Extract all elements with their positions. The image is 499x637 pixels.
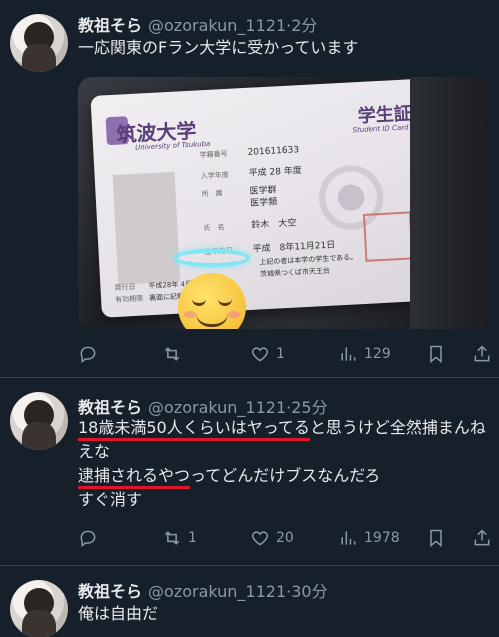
avatar[interactable] (10, 392, 68, 450)
display-name[interactable]: 教祖そら (78, 398, 142, 417)
bookmark-icon (430, 345, 442, 364)
student-id-card: 筑波大学 University of Tsukuba 学生証 Student I… (90, 78, 442, 318)
retweet-icon (164, 531, 180, 545)
views-icon (341, 531, 356, 545)
tweet-actions: 1 20 1978 (78, 526, 498, 550)
share-button[interactable] (472, 526, 492, 550)
views-button[interactable]: 1978 (338, 526, 400, 550)
tweet-header: 教祖そら @ozorakun_1121·30分 (78, 582, 328, 601)
tweet-3[interactable]: 教祖そら @ozorakun_1121·30分 俺は自由だ (0, 566, 499, 637)
timestamp[interactable]: 25分 (291, 398, 327, 417)
retweet-button[interactable] (162, 342, 188, 366)
reply-icon (80, 530, 96, 547)
tweet-text: 一応関東のFラン大学に受かっています (78, 38, 359, 57)
timestamp[interactable]: 2分 (291, 16, 317, 35)
card-row: 入学年度 平成 28 年度 (200, 166, 303, 181)
tweet-photo[interactable]: 筑波大学 University of Tsukuba 学生証 Student I… (78, 77, 490, 329)
tweet-header: 教祖そら @ozorakun_1121·2分 (78, 16, 318, 35)
tweet-1[interactable]: 教祖そら @ozorakun_1121·2分 一応関東のFラン大学に受かっています… (0, 0, 499, 372)
tweet-2[interactable]: 教祖そら @ozorakun_1121·25分 18歳未満50人くらいはヤってると… (0, 378, 499, 564)
seal-stamp (362, 211, 414, 262)
views-button[interactable]: 129 (338, 342, 391, 366)
bookmark-button[interactable] (426, 526, 446, 550)
bookmark-icon (430, 529, 442, 548)
tweet-text: 俺は自由だ (78, 604, 159, 623)
card-row: 学籍番号 201611633 (199, 145, 300, 160)
retweet-button[interactable]: 1 (162, 526, 197, 550)
card-row: 上記の者は本学の学生である。 (259, 253, 358, 267)
share-button[interactable] (472, 342, 492, 366)
like-button[interactable]: 1 (250, 342, 285, 366)
card-row: 有効期限 裏面に記載 (114, 292, 185, 305)
timestamp[interactable]: 30分 (291, 582, 327, 601)
card-row: 茨城県つくば市天王台 (259, 266, 331, 279)
share-icon (474, 529, 490, 546)
card-row: 氏 名鈴木 大空 (203, 218, 297, 233)
background-car-interior (410, 77, 490, 329)
halo-icon (174, 249, 250, 267)
card-row: 医学類 (250, 197, 278, 209)
share-icon (474, 345, 490, 362)
display-name[interactable]: 教祖そら (78, 582, 142, 601)
heart-icon (251, 531, 269, 546)
underlined-text: 逮捕されるやつ (78, 466, 191, 485)
handle[interactable]: @ozorakun_1121 (148, 398, 286, 417)
tweet-header: 教祖そら @ozorakun_1121·25分 (78, 398, 328, 417)
handle[interactable]: @ozorakun_1121 (148, 582, 286, 601)
display-name[interactable]: 教祖そら (78, 16, 142, 35)
reply-icon (80, 346, 96, 363)
card-title-en: Student ID Card (352, 123, 409, 135)
views-icon (341, 347, 356, 361)
reply-button[interactable] (78, 342, 104, 366)
avatar[interactable] (10, 580, 68, 637)
reply-button[interactable] (78, 526, 104, 550)
id-photo (112, 171, 181, 285)
tweet-text: 18歳未満50人くらいはヤってると思うけど全然捕まんねえな 逮捕されるやつってど… (78, 418, 486, 509)
like-button[interactable]: 20 (250, 526, 294, 550)
avatar[interactable] (10, 14, 68, 72)
bookmark-button[interactable] (426, 342, 446, 366)
underlined-text: 18歳未満50人くらいはヤってる (78, 418, 310, 437)
heart-icon (251, 347, 269, 362)
retweet-icon (164, 347, 180, 361)
tweet-actions: 1 129 (78, 342, 498, 366)
handle[interactable]: @ozorakun_1121 (148, 16, 286, 35)
